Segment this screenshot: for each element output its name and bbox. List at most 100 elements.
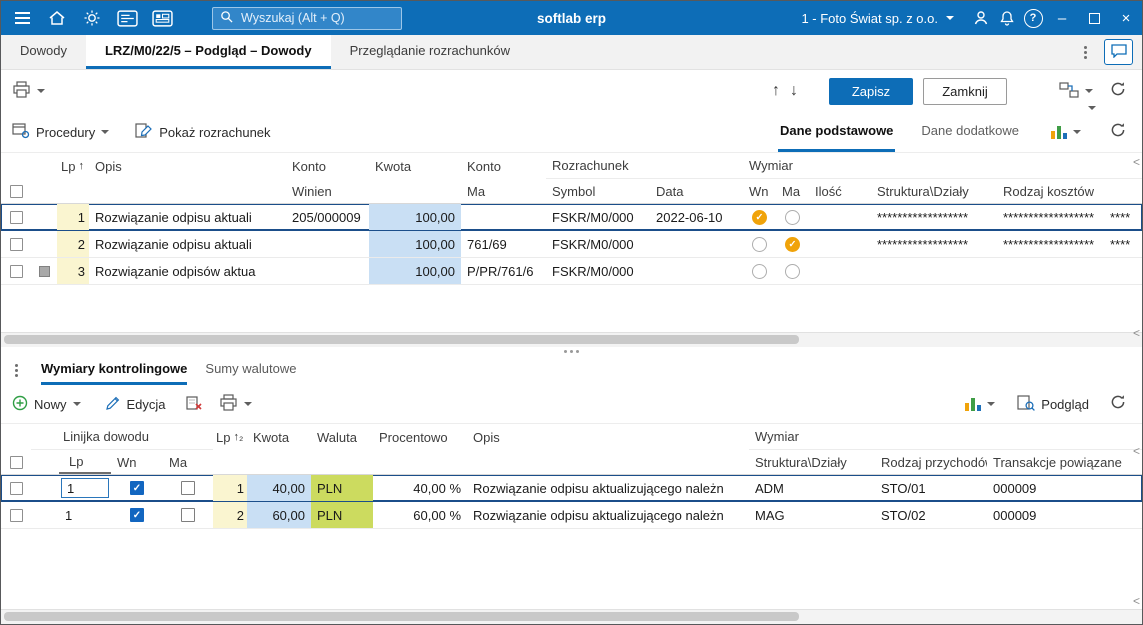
select-all-checkbox[interactable]: [10, 456, 23, 469]
preview-button[interactable]: Podgląd: [1017, 395, 1089, 414]
row-checkbox[interactable]: [10, 211, 23, 224]
tab-dane-podstawowe[interactable]: Dane podstawowe: [778, 112, 895, 152]
col-header-konto-winien[interactable]: Konto: [286, 153, 369, 179]
tab-dane-dodatkowe[interactable]: Dane dodatkowe: [919, 112, 1021, 152]
wn-indicator[interactable]: [752, 264, 767, 279]
col-header-lp2[interactable]: Lp↑₂: [213, 424, 247, 450]
tab-dowody[interactable]: Dowody: [1, 35, 86, 69]
global-search[interactable]: [212, 7, 402, 30]
panel-kebab-icon[interactable]: [9, 355, 23, 385]
col-header-data[interactable]: Data: [650, 179, 743, 203]
row-checkbox[interactable]: [10, 238, 23, 251]
help-icon[interactable]: ?: [1020, 5, 1046, 31]
col-header-opis[interactable]: Opis: [467, 424, 749, 450]
bar-chart-icon: [1051, 125, 1067, 139]
minimize-button[interactable]: –: [1046, 1, 1078, 35]
lp-edit-field[interactable]: 1: [61, 478, 109, 498]
table-row[interactable]: 1 1 40,00 PLN 40,00 % Rozwiązanie odpisu…: [1, 475, 1142, 502]
select-all-checkbox[interactable]: [10, 185, 23, 198]
col-header-konto-ma[interactable]: Konto: [461, 153, 546, 179]
ma-checkbox[interactable]: [181, 481, 195, 495]
comments-button[interactable]: [1104, 39, 1133, 65]
kebab-menu-icon[interactable]: [1078, 46, 1092, 59]
list-panel-icon[interactable]: [114, 5, 140, 31]
table-row[interactable]: 3 Rozwiązanie odpisów aktua 100,00 P/PR/…: [1, 258, 1142, 285]
sort-asc-2-icon: ↑₂: [233, 431, 243, 443]
workflow-dropdown-button[interactable]: [1059, 81, 1093, 102]
brightness-settings-icon[interactable]: [79, 5, 105, 31]
table-row[interactable]: 1 2 60,00 PLN 60,00 % Rozwiązanie odpisu…: [1, 502, 1142, 529]
row-checkbox[interactable]: [10, 482, 23, 495]
col-header-transakcje-powiazane[interactable]: Transakcje powiązane: [987, 450, 1143, 474]
move-down-button[interactable]: ↓: [785, 82, 803, 100]
col-header-struktura[interactable]: Struktura\Działy: [749, 450, 875, 474]
ma-indicator[interactable]: [785, 210, 800, 225]
hscrollbar-thumb[interactable]: [4, 335, 799, 344]
tab-lrz-podglad-dowody[interactable]: LRZ/M0/22/5 – Podgląd – Dowody: [86, 35, 331, 69]
hamburger-menu-icon[interactable]: [9, 5, 35, 31]
col-header-waluta[interactable]: Waluta: [311, 424, 373, 450]
cell-struktura: MAG: [749, 502, 875, 528]
col-header-rodzaj-przychodow[interactable]: Rodzaj przychodów: [875, 450, 987, 474]
panel-print-dropdown-button[interactable]: [219, 394, 252, 414]
main-grid-hscrollbar[interactable]: [1, 332, 1142, 347]
search-input[interactable]: [239, 10, 394, 26]
col-header-kwota[interactable]: Kwota: [247, 424, 311, 450]
col-header-rodzaj-kosztow[interactable]: Rodzaj kosztów: [997, 179, 1104, 203]
col-header-procentowo[interactable]: Procentowo: [373, 424, 467, 450]
maximize-button[interactable]: [1078, 1, 1110, 35]
col-header-wn[interactable]: Wn: [111, 450, 163, 474]
save-button[interactable]: Zapisz: [829, 78, 913, 105]
move-up-button[interactable]: ↑: [767, 82, 785, 100]
col-header-wn[interactable]: Wn: [743, 179, 776, 203]
new-dropdown-button[interactable]: Nowy: [12, 395, 81, 414]
tab-przegladanie-rozrachunkow[interactable]: Przeglądanie rozrachunków: [331, 35, 529, 69]
table-row[interactable]: 2 Rozwiązanie odpisu aktuali 100,00 761/…: [1, 231, 1142, 258]
hscrollbar-thumb[interactable]: [4, 612, 799, 621]
print-dropdown-button[interactable]: [12, 81, 45, 101]
table-row[interactable]: 1 Rozwiązanie odpisu aktuali 205/000009 …: [1, 204, 1142, 231]
panel-refresh-button[interactable]: [1105, 394, 1131, 415]
row-checkbox[interactable]: [10, 265, 23, 278]
col-header-symbol[interactable]: Symbol: [546, 179, 650, 203]
col-header-lp[interactable]: Lp: [59, 450, 111, 474]
panel-chart-dropdown-button[interactable]: [965, 397, 995, 411]
col-header-ma2[interactable]: Ma: [776, 179, 809, 203]
wn-indicator[interactable]: [752, 237, 767, 252]
wn-checkbox[interactable]: [130, 508, 144, 522]
panel-splitter-handle[interactable]: [1, 347, 1142, 355]
user-icon[interactable]: [968, 5, 994, 31]
ma-indicator[interactable]: [785, 264, 800, 279]
notifications-bell-icon[interactable]: [994, 5, 1020, 31]
row-checkbox[interactable]: [10, 509, 23, 522]
procedures-dropdown-button[interactable]: Procedury: [12, 123, 109, 142]
header-right-group: 1 - Foto Świat sp. z o.o. ? – ×: [787, 1, 1142, 35]
refresh-grid-button[interactable]: [1105, 122, 1131, 143]
col-header-opis[interactable]: Opis: [89, 153, 286, 179]
col-header-kwota[interactable]: Kwota: [369, 153, 461, 179]
chart-dropdown-button[interactable]: [1051, 125, 1081, 139]
col-header-winien[interactable]: Winien: [286, 179, 369, 203]
expand-toolbar-chevron[interactable]: [1088, 106, 1096, 110]
modules-icon[interactable]: [149, 5, 175, 31]
col-header-lp[interactable]: Lp↑: [57, 153, 89, 179]
col-header-ma[interactable]: Ma: [163, 450, 213, 474]
wn-indicator[interactable]: [752, 210, 767, 225]
panel-grid-hscrollbar[interactable]: [1, 609, 1142, 624]
col-header-ma[interactable]: Ma: [461, 179, 546, 203]
company-selector[interactable]: 1 - Foto Świat sp. z o.o.: [787, 1, 968, 35]
refresh-button[interactable]: [1105, 81, 1131, 102]
tab-sumy-walutowe[interactable]: Sumy walutowe: [205, 355, 296, 385]
ma-checkbox[interactable]: [181, 508, 195, 522]
wn-checkbox[interactable]: [130, 481, 144, 495]
col-header-ilosc[interactable]: Ilość: [809, 179, 871, 203]
show-settlement-button[interactable]: Pokaż rozrachunek: [135, 123, 270, 142]
close-window-button[interactable]: ×: [1110, 1, 1142, 35]
ma-indicator[interactable]: [785, 237, 800, 252]
edit-button[interactable]: Edycja: [105, 395, 166, 414]
col-header-struktura[interactable]: Struktura\Działy: [871, 179, 997, 203]
home-icon[interactable]: [44, 5, 70, 31]
delete-button[interactable]: [186, 395, 203, 414]
tab-wymiary-kontrolingowe[interactable]: Wymiary kontrolingowe: [41, 355, 187, 385]
close-button[interactable]: Zamknij: [923, 78, 1007, 105]
